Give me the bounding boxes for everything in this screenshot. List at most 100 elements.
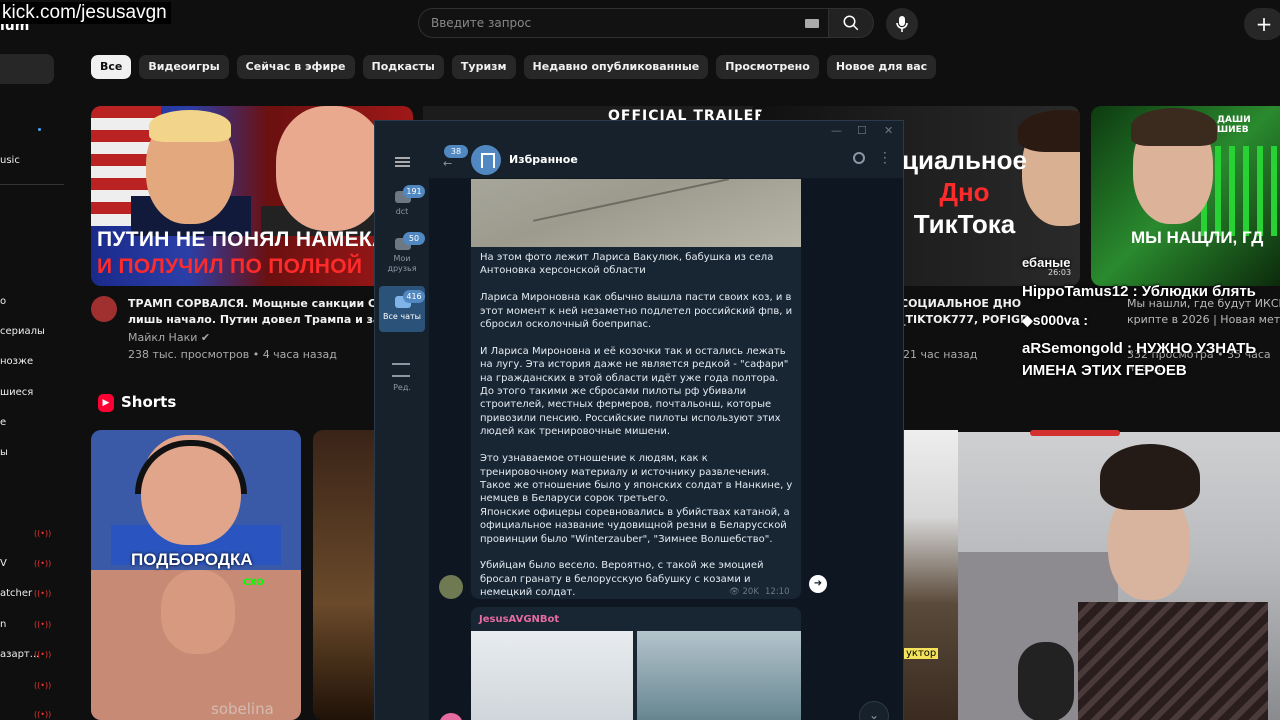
sidebar-item-7[interactable]: ы: [0, 447, 8, 458]
chip-all[interactable]: Все: [91, 55, 132, 79]
search-icon[interactable]: [853, 152, 865, 164]
message-bubble[interactable]: JesusAVGNBot: [471, 607, 801, 720]
stream-chat-line: ◆s000va :: [1022, 312, 1088, 329]
thumb-hair: [1131, 108, 1217, 146]
search-input[interactable]: Введите запрос: [418, 8, 830, 38]
thumb-face: [276, 106, 386, 231]
avatar[interactable]: [91, 296, 117, 322]
channel-name[interactable]: Майкл Наки ✔: [128, 331, 210, 344]
thumb-caption-line: И ПОЛУЧИЛ ПО ПОЛНОЙ: [97, 255, 363, 278]
message-area: На этом фото лежит Лариса Вакулюк, бабуш…: [429, 179, 903, 720]
folder-label: Все чаты: [383, 312, 421, 321]
chip-podcasts[interactable]: Подкасты: [362, 55, 444, 79]
message-text: На этом фото лежит Лариса Вакулюк, бабуш…: [480, 252, 793, 599]
chip-new-for-you[interactable]: Новое для вас: [826, 55, 937, 79]
scroll-down-button[interactable]: ⌄: [859, 701, 889, 720]
video-title-line: _TIKTOK777, POFIGP: [900, 313, 1029, 326]
folder-all-chats[interactable]: 416 Все чаты: [379, 286, 425, 332]
keyboard-icon[interactable]: [805, 19, 819, 28]
live-icon: ((•)): [34, 681, 52, 690]
thumb-logo: CXO: [243, 578, 264, 588]
video-title[interactable]: СОЦИАЛЬНОЕ ДНО _TIKTOK777, POFIGP: [900, 296, 1028, 328]
message-photo[interactable]: [471, 179, 801, 247]
message-bubble[interactable]: На этом фото лежит Лариса Вакулюк, бабуш…: [471, 179, 801, 599]
sidebar-divider: [0, 184, 64, 185]
shorts-icon: ▶: [98, 394, 114, 412]
edit-folders-label[interactable]: Ред.: [375, 383, 429, 392]
telegram-window: — ☐ ✕ 191 dct 50 Мои друзья 416 Все чаты: [374, 120, 904, 720]
unread-badge: 416: [403, 290, 425, 303]
search-button[interactable]: [828, 8, 874, 38]
short-thumbnail[interactable]: CXO ПОДБОРОДКА sobelina: [91, 430, 301, 720]
chat-title[interactable]: Избранное: [509, 153, 578, 166]
chip-live[interactable]: Сейчас в эфире: [236, 55, 355, 79]
voice-search-button[interactable]: [886, 8, 918, 40]
maximize-button[interactable]: ☐: [857, 124, 867, 137]
short-thumbnail[interactable]: [904, 430, 958, 720]
sidebar-item-5[interactable]: шиеся: [0, 387, 33, 398]
video-title-line: крипте в 2026 | Новая мета: [1127, 313, 1280, 326]
thumb-caption: ПУТИН НЕ ПОНЯЛ НАМЕКА И ПОЛУЧИЛ ПО ПОЛНО…: [97, 226, 387, 280]
sidebar-sub-10[interactable]: n: [0, 619, 6, 630]
avatar[interactable]: [439, 713, 463, 720]
thumb-caption: МЫ НАЩЛИ, ГД: [1131, 228, 1264, 247]
chip-tourism[interactable]: Туризм: [451, 55, 516, 79]
chip-watched[interactable]: Просмотрено: [716, 55, 819, 79]
folder-my-friends[interactable]: 50 Мои друзья: [379, 228, 425, 274]
chat-header: 38 ← Избранное · · ·: [429, 141, 903, 179]
shorts-section-title: Shorts: [121, 393, 177, 411]
saved-messages-avatar[interactable]: [471, 145, 501, 175]
menu-icon[interactable]: [395, 157, 410, 167]
sidebar-item-4[interactable]: нозже: [0, 356, 33, 367]
cam-figure: [1078, 602, 1268, 720]
chip-videogames[interactable]: Видеоигры: [139, 55, 229, 79]
streamer-webcam: [958, 432, 1280, 720]
message-photo[interactable]: [637, 631, 801, 720]
sidebar-home-item[interactable]: [0, 54, 54, 84]
forward-icon: ➜: [813, 578, 823, 589]
chat-user-icon: ◆: [1022, 312, 1033, 328]
stream-chat-line: HippoTamus12 : Ублюдки блять: [1022, 283, 1256, 300]
create-button[interactable]: +: [1244, 8, 1280, 40]
back-arrow-icon[interactable]: ←: [443, 157, 452, 170]
eye-icon: 👁: [729, 587, 740, 597]
sender-name[interactable]: JesusAVGNBot: [479, 614, 559, 625]
sidebar-sub-8[interactable]: V: [0, 558, 7, 569]
forward-button[interactable]: ➜: [809, 575, 827, 593]
short-thumbnail[interactable]: [313, 430, 375, 720]
filter-chips: Все Видеоигры Сейчас в эфире Подкасты Ту…: [91, 55, 937, 79]
message-views: 👁 20K: [729, 587, 759, 597]
stream-chat-line: aRSemongold : НУЖНО УЗНАТЬ: [1022, 340, 1257, 357]
message-photo[interactable]: [471, 631, 633, 720]
stream-chat-line: ИМЕНА ЭТИХ ГЕРОЕВ: [1022, 362, 1187, 379]
edit-folders-icon[interactable]: [392, 363, 410, 377]
minimize-button[interactable]: —: [831, 124, 842, 137]
avatar[interactable]: [439, 575, 463, 599]
thumb-hair: [1018, 110, 1080, 152]
short-caption: ПОДБОРОДКА: [131, 550, 253, 569]
video-title[interactable]: Мы нашли, где будут ИКСЫ крипте в 2026 |…: [1127, 296, 1280, 328]
unread-badge: 50: [403, 232, 425, 245]
video-title[interactable]: ТРАМП СОРВАЛСЯ. Мощные санкции США лишь …: [128, 296, 378, 328]
video-thumbnail[interactable]: ДАШИ ШИЕВ МЫ НАЩЛИ, ГД: [1091, 106, 1280, 286]
search-placeholder: Введите запрос: [431, 16, 532, 30]
channel-name-text: Майкл Наки: [128, 331, 198, 344]
live-icon: ((•)): [34, 559, 52, 568]
thumb-caption-line: циальное: [902, 145, 1027, 175]
plus-icon: +: [1255, 12, 1273, 36]
sidebar-item-6[interactable]: е: [0, 417, 6, 428]
video-title-line: лишь начало. Путин довел Трампа и запла: [128, 313, 378, 326]
video-thumbnail[interactable]: ПУТИН НЕ ПОНЯЛ НАМЕКА И ПОЛУЧИЛ ПО ПОЛНО…: [91, 106, 413, 286]
folder-dct[interactable]: 191 dct: [379, 181, 425, 227]
sidebar-item-2[interactable]: о: [0, 296, 6, 307]
folder-label: dct: [395, 207, 409, 216]
message-time: 12:10: [765, 587, 790, 597]
sidebar-item-3[interactable]: сериалы: [0, 326, 45, 337]
chip-recent[interactable]: Недавно опубликованные: [523, 55, 709, 79]
sidebar-item-music[interactable]: usic: [0, 155, 20, 166]
sidebar-sub-9[interactable]: atcher: [0, 588, 32, 599]
more-icon[interactable]: · · ·: [883, 147, 887, 169]
close-button[interactable]: ✕: [884, 124, 893, 137]
live-icon: ((•)): [34, 589, 52, 598]
headphones-graphic: [135, 440, 247, 494]
